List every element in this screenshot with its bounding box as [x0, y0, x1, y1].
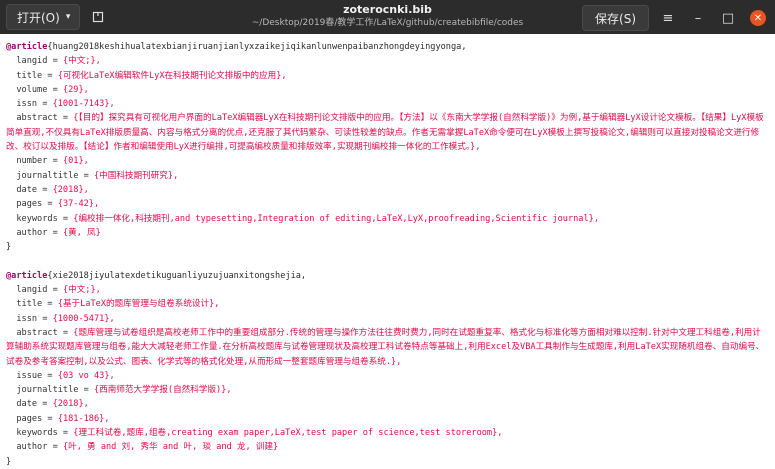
close-icon: ✕: [750, 10, 766, 26]
field-line: issn = {1001-7143},: [6, 97, 769, 111]
field-value: {【目的】探究具有可视化用户界面的LaTeX编辑器LyX在科技期刊论文排版中的应…: [6, 113, 764, 153]
entry-close: }: [6, 242, 12, 253]
chevron-down-icon: ▾: [65, 12, 71, 22]
entry-type: @article: [6, 270, 48, 281]
field-line: keywords = {编校排一体化,科技期刊,and typesetting,…: [6, 212, 769, 226]
field-line: journaltitle = {西南师范大学学报(自然科学版)},: [6, 383, 769, 397]
field-value: {2018},: [52, 184, 89, 195]
field-name: volume =: [16, 84, 63, 95]
minimize-icon[interactable]: –: [687, 7, 709, 29]
field-line: issn = {1000-5471},: [6, 312, 769, 326]
field-name: pages =: [16, 199, 58, 210]
field-name: issn =: [16, 313, 53, 324]
field-name: date =: [16, 184, 53, 195]
field-line: author = {黄, 凤}: [6, 226, 769, 240]
entry-key: {huang2018keshihualatexbianjiruanjianlyx…: [47, 42, 467, 52]
field-name: issn =: [16, 99, 53, 110]
field-value: {2018},: [52, 399, 89, 410]
field-line: number = {01},: [6, 154, 769, 168]
entry-header: @article{xie2018jiyulatexdetikuguanliyuz…: [6, 269, 769, 283]
entry-key: {xie2018jiyulatexdetikuguanliyuzujuanxit…: [47, 270, 307, 281]
open-button[interactable]: 打开(O) ▾: [6, 4, 81, 30]
hamburger-menu-icon[interactable]: ≡: [657, 7, 679, 29]
field-value: {西南师范大学学报(自然科学版)},: [93, 385, 232, 396]
field-value: {可视化LaTeX编辑软件LyX在科技期刊论文排版中的应用},: [57, 70, 287, 81]
field-line: title = {基于LaTeX的题库管理与组卷系统设计},: [6, 297, 769, 311]
field-name: issue =: [16, 370, 58, 381]
field-value: {181-186},: [57, 413, 110, 424]
field-name: keywords =: [16, 428, 74, 439]
field-value: {理工科试卷,题库,组卷,creating exam paper,LaTeX,t…: [73, 428, 503, 439]
field-line: date = {2018},: [6, 397, 769, 411]
save-button[interactable]: 保存(S): [582, 5, 649, 31]
field-line: keywords = {理工科试卷,题库,组卷,creating exam pa…: [6, 426, 769, 440]
field-name: date =: [16, 399, 53, 410]
field-value: {1001-7143},: [52, 99, 115, 110]
field-value: {37-42},: [57, 199, 100, 210]
maximize-icon[interactable]: □: [717, 7, 739, 29]
field-name: title =: [16, 70, 58, 81]
field-line: date = {2018},: [6, 183, 769, 197]
entry-close: }: [6, 456, 12, 467]
new-document-icon[interactable]: [90, 9, 106, 25]
header-bar: 打开(O) ▾ zoterocnki.bib ~/Desktop/2019春/教…: [0, 0, 775, 34]
entry-header: @article{huang2018keshihualatexbianjirua…: [6, 40, 769, 54]
field-name: author =: [16, 442, 63, 453]
field-name: abstract =: [16, 327, 74, 338]
field-value: {基于LaTeX的题库管理与组卷系统设计},: [57, 299, 220, 310]
field-value: {中国科技期刊研究},: [93, 170, 179, 181]
field-name: journaltitle =: [16, 170, 94, 181]
field-line: langid = {中文;},: [6, 283, 769, 297]
field-line: journaltitle = {中国科技期刊研究},: [6, 169, 769, 183]
field-value: {黄, 凤}: [62, 227, 101, 238]
field-name: journaltitle =: [16, 385, 94, 396]
field-value: {03 vo 43},: [57, 370, 115, 381]
field-line: abstract = {【目的】探究具有可视化用户界面的LaTeX编辑器LyX在…: [6, 111, 769, 154]
field-value: {1000-5471},: [52, 313, 115, 324]
field-value: {题库管理与试卷组织是高校老师工作中的重要组成部分.传统的管理与操作方法往往费时…: [6, 327, 765, 367]
text-editor[interactable]: @article{huang2018keshihualatexbianjirua…: [0, 34, 775, 469]
field-value: {中文;},: [62, 285, 101, 296]
field-name: langid =: [16, 285, 63, 296]
field-line: abstract = {题库管理与试卷组织是高校老师工作中的重要组成部分.传统的…: [6, 326, 769, 369]
field-name: abstract =: [16, 113, 74, 124]
field-value: {29},: [62, 84, 89, 95]
field-name: title =: [16, 299, 58, 310]
field-value: {编校排一体化,科技期刊,and typesetting,Integration…: [73, 213, 599, 224]
field-line: title = {可视化LaTeX编辑软件LyX在科技期刊论文排版中的应用},: [6, 69, 769, 83]
field-value: {中文;},: [62, 56, 101, 67]
field-line: issue = {03 vo 43},: [6, 369, 769, 383]
field-line: author = {叶, 勇 and 刘, 秀华 and 叶, 琰 and 龙,…: [6, 440, 769, 454]
close-window-button[interactable]: ✕: [747, 7, 769, 29]
field-name: author =: [16, 227, 63, 238]
field-line: volume = {29},: [6, 83, 769, 97]
entry-type: @article: [6, 42, 48, 52]
field-line: langid = {中文;},: [6, 54, 769, 68]
field-value: {01},: [62, 156, 89, 167]
field-value: {叶, 勇 and 刘, 秀华 and 叶, 琰 and 龙, 训建}: [62, 442, 279, 453]
field-name: keywords =: [16, 213, 74, 224]
field-line: pages = {181-186},: [6, 412, 769, 426]
field-name: pages =: [16, 413, 58, 424]
open-button-label: 打开(O): [17, 10, 60, 25]
field-line: pages = {37-42},: [6, 197, 769, 211]
field-name: langid =: [16, 56, 63, 67]
field-name: number =: [16, 156, 63, 167]
